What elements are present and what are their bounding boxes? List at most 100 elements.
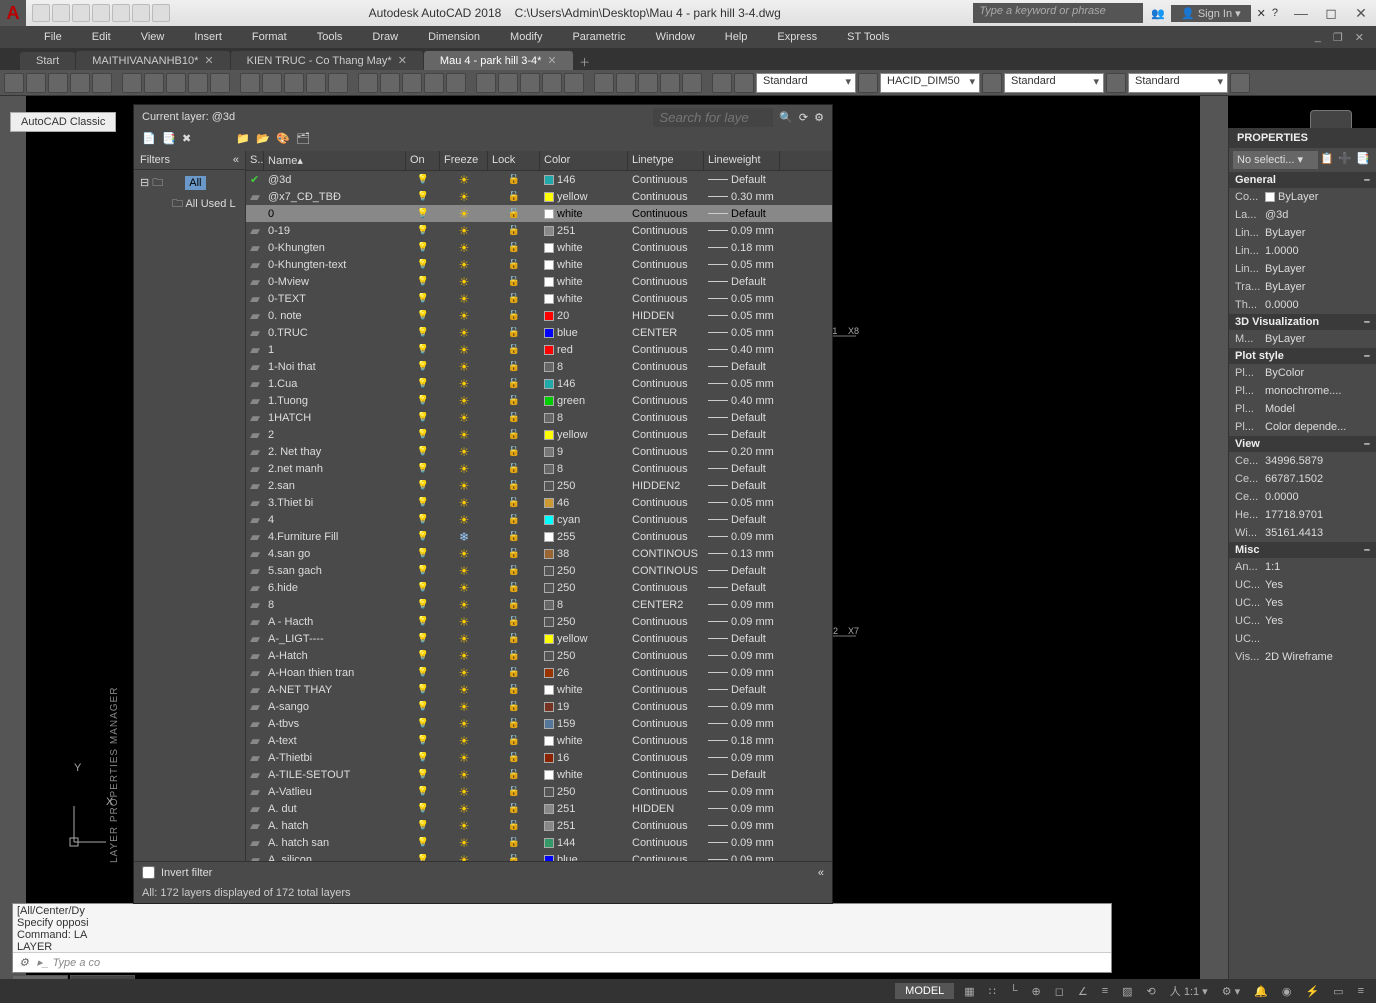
layer-lock-icon[interactable]: 🔓 [508, 752, 520, 763]
layer-linetype[interactable]: Continuous [628, 412, 704, 424]
toolbar-button[interactable] [26, 73, 46, 93]
layer-row[interactable]: ▰1💡☀🔓redContinuous 0.40 mm [246, 341, 832, 358]
layer-lock-icon[interactable]: 🔓 [508, 225, 520, 236]
leader-icon[interactable] [1, 430, 25, 450]
layer-lock-icon[interactable]: 🔓 [508, 786, 520, 797]
layer-linetype[interactable]: Continuous [628, 344, 704, 356]
polyline-icon[interactable] [1, 157, 25, 177]
layer-thaw-icon[interactable]: ☀ [459, 445, 470, 459]
layer-on-icon[interactable]: 💡 [417, 786, 429, 797]
menu-format[interactable]: Format [238, 28, 301, 46]
clean-screen-icon[interactable]: ▭ [1329, 983, 1347, 1000]
prop-row[interactable]: UC... [1229, 630, 1376, 648]
layer-lineweight[interactable]: 0.09 mm [704, 854, 780, 862]
layer-lock-icon[interactable]: 🔓 [508, 191, 520, 202]
refresh-icon[interactable]: ⟳ [799, 111, 808, 124]
layer-name[interactable]: A - Hacth [264, 616, 406, 628]
layer-row[interactable]: ▰1.Tuong💡☀🔓greenContinuous 0.40 mm [246, 392, 832, 409]
layer-linetype[interactable]: Continuous [628, 582, 704, 594]
layer-color[interactable]: 46 [540, 497, 628, 509]
layer-lock-icon[interactable]: 🔓 [508, 514, 520, 525]
tab-close-icon[interactable]: ✕ [547, 54, 556, 67]
command-input[interactable]: ⚙ ▸_ Type a co [13, 952, 1111, 972]
help-search-input[interactable]: Type a keyword or phrase [973, 3, 1143, 23]
layer-name[interactable]: 3.Thiet bi [264, 497, 406, 509]
new-layer-vp-icon[interactable]: 📑 [162, 132, 178, 148]
layer-lock-icon[interactable]: 🔓 [508, 395, 520, 406]
layer-thaw-icon[interactable]: ☀ [459, 394, 470, 408]
layer-thaw-icon[interactable]: ☀ [459, 666, 470, 680]
polygon-icon[interactable] [1, 241, 25, 261]
layer-thaw-icon[interactable]: ☀ [459, 377, 470, 391]
layer-color[interactable]: blue [540, 327, 628, 339]
tab-close-icon[interactable]: ✕ [398, 54, 407, 67]
layer-row[interactable]: ▰2.san💡☀🔓250HIDDEN2 Default [246, 477, 832, 494]
layer-on-icon[interactable]: 💡 [417, 463, 429, 474]
toolbar-button[interactable] [122, 73, 142, 93]
layer-lock-icon[interactable]: 🔓 [508, 293, 520, 304]
layer-lineweight[interactable]: 0.09 mm [704, 531, 780, 543]
layer-color[interactable]: 20 [540, 310, 628, 322]
layer-color[interactable]: 9 [540, 446, 628, 458]
layer-lineweight[interactable]: Default [704, 582, 780, 594]
layer-thaw-icon[interactable]: ☀ [459, 479, 470, 493]
delete-layer-icon[interactable]: ✖ [182, 132, 198, 148]
toolbar-button[interactable] [92, 73, 112, 93]
layer-row[interactable]: ▰2.net manh💡☀🔓8Continuous Default [246, 460, 832, 477]
prop-group-header[interactable]: Plot style– [1229, 348, 1376, 364]
layer-on-icon[interactable]: 💡 [417, 565, 429, 576]
layer-lineweight[interactable]: 0.09 mm [704, 803, 780, 815]
layer-row[interactable]: ▰4💡☀🔓cyanContinuous Default [246, 511, 832, 528]
menu-draw[interactable]: Draw [358, 28, 412, 46]
menu-parametric[interactable]: Parametric [558, 28, 639, 46]
layer-color[interactable]: white [540, 276, 628, 288]
menu-express[interactable]: Express [763, 28, 831, 46]
layer-color[interactable]: 250 [540, 786, 628, 798]
layer-lock-icon[interactable]: 🔓 [508, 769, 520, 780]
invert-filter-checkbox[interactable]: Invert filter « [134, 862, 832, 883]
layer-thaw-icon[interactable]: ☀ [459, 836, 470, 850]
prop-row[interactable]: Lin...1.0000 [1229, 242, 1376, 260]
modify-button-22[interactable] [1202, 562, 1226, 582]
layer-lineweight[interactable]: 0.09 mm [704, 650, 780, 662]
layer-linetype[interactable]: Continuous [628, 735, 704, 747]
modify-button-4[interactable] [1202, 184, 1226, 204]
layer-states-manager-icon[interactable]: 🗂 [296, 132, 312, 148]
toolbar-button[interactable] [284, 73, 304, 93]
modify-button-18[interactable] [1202, 478, 1226, 498]
layer-color[interactable]: 8 [540, 599, 628, 611]
layer-thaw-icon[interactable]: ☀ [459, 734, 470, 748]
layer-color[interactable]: 144 [540, 837, 628, 849]
layer-row[interactable]: ▰A. hatch💡☀🔓251Continuous 0.09 mm [246, 817, 832, 834]
toolbar-button[interactable] [712, 73, 732, 93]
layer-lineweight[interactable]: 0.30 mm [704, 191, 780, 203]
layer-name[interactable]: 0-Mview [264, 276, 406, 288]
layer-row[interactable]: ▰2💡☀🔓yellowContinuous Default [246, 426, 832, 443]
layer-name[interactable]: @3d [264, 174, 406, 186]
layer-search-input[interactable] [653, 108, 773, 127]
layer-lock-icon[interactable]: 🔓 [508, 854, 520, 861]
layer-name[interactable]: 2.net manh [264, 463, 406, 475]
layer-thaw-icon[interactable]: ☀ [459, 173, 470, 187]
layer-linetype[interactable]: CONTINOUS [628, 548, 704, 560]
status-model-button[interactable]: MODEL [895, 983, 954, 999]
layer-lock-icon[interactable]: 🔓 [508, 480, 520, 491]
layer-lineweight[interactable]: 0.05 mm [704, 378, 780, 390]
new-filter-icon[interactable]: 📁 [236, 132, 252, 148]
layer-on-icon[interactable]: 💡 [417, 242, 429, 253]
layer-on-icon[interactable]: 💡 [417, 667, 429, 678]
layer-lineweight[interactable]: 0.18 mm [704, 735, 780, 747]
polar-icon[interactable]: ⊕ [1027, 983, 1044, 1000]
modify-button-20[interactable] [1202, 520, 1226, 540]
layer-color[interactable]: white [540, 684, 628, 696]
toolbar-button[interactable] [262, 73, 282, 93]
layer-lineweight[interactable]: 0.05 mm [704, 293, 780, 305]
layer-name[interactable]: A-text [264, 735, 406, 747]
layer-linetype[interactable]: Continuous [628, 684, 704, 696]
layer-lineweight[interactable]: 0.09 mm [704, 667, 780, 679]
layer-grid-header[interactable]: S.. Name▴ On Freeze Lock Color Linetype … [246, 151, 832, 171]
layer-name[interactable]: 0-19 [264, 225, 406, 237]
modify-button-3[interactable] [1202, 163, 1226, 183]
layer-color[interactable]: white [540, 242, 628, 254]
layer-color[interactable]: white [540, 769, 628, 781]
